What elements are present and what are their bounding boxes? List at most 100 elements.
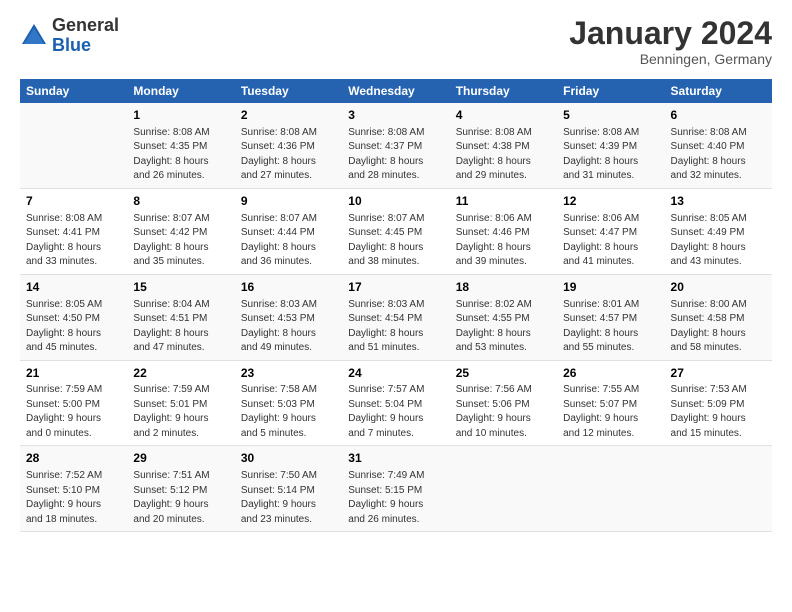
- cell-info: Sunrise: 8:03 AMSunset: 4:53 PMDaylight:…: [241, 298, 336, 356]
- cell-info: Sunrise: 8:05 AMSunset: 4:50 PMDaylight:…: [26, 298, 121, 356]
- cell-w4-d5: 26Sunrise: 7:55 AMSunset: 5:07 PMDayligh…: [557, 360, 664, 446]
- cell-info: Sunrise: 8:08 AMSunset: 4:41 PMDaylight:…: [26, 212, 121, 270]
- day-number: 15: [133, 279, 228, 296]
- logo-blue: Blue: [52, 36, 119, 56]
- cell-info: Sunrise: 8:07 AMSunset: 4:44 PMDaylight:…: [241, 212, 336, 270]
- day-number: 21: [26, 365, 121, 382]
- cell-info: Sunrise: 8:07 AMSunset: 4:42 PMDaylight:…: [133, 212, 228, 270]
- cell-info: Sunrise: 7:49 AMSunset: 5:15 PMDaylight:…: [348, 469, 443, 527]
- cell-info: Sunrise: 8:08 AMSunset: 4:40 PMDaylight:…: [671, 126, 766, 184]
- day-number: 22: [133, 365, 228, 382]
- cell-w1-d2: 2 Sunrise: 8:08 AMSunset: 4:36 PMDaylight…: [235, 103, 342, 188]
- col-thursday: Thursday: [450, 79, 557, 103]
- location: Benningen, Germany: [569, 51, 772, 67]
- day-number: 26: [563, 365, 658, 382]
- cell-w4-d6: 27Sunrise: 7:53 AMSunset: 5:09 PMDayligh…: [665, 360, 772, 446]
- cell-w3-d5: 19 Sunrise: 8:01 AMSunset: 4:57 PMDayligh…: [557, 274, 664, 360]
- week-row-3: 14 Sunrise: 8:05 AMSunset: 4:50 PMDayligh…: [20, 274, 772, 360]
- day-number: 4: [456, 107, 551, 124]
- cell-info: Sunrise: 7:57 AMSunset: 5:04 PMDaylight:…: [348, 383, 443, 441]
- day-number: 13: [671, 193, 766, 210]
- cell-w4-d4: 25Sunrise: 7:56 AMSunset: 5:06 PMDayligh…: [450, 360, 557, 446]
- cell-w2-d2: 9Sunrise: 8:07 AMSunset: 4:44 PMDaylight…: [235, 188, 342, 274]
- day-number: 14: [26, 279, 121, 296]
- day-number: 19: [563, 279, 658, 296]
- logo-icon: [20, 22, 48, 50]
- cell-w5-d0: 28 Sunrise: 7:52 AMSunset: 5:10 PMDayligh…: [20, 446, 127, 532]
- cell-w4-d2: 23Sunrise: 7:58 AMSunset: 5:03 PMDayligh…: [235, 360, 342, 446]
- week-row-4: 21Sunrise: 7:59 AMSunset: 5:00 PMDayligh…: [20, 360, 772, 446]
- cell-w5-d3: 31 Sunrise: 7:49 AMSunset: 5:15 PMDayligh…: [342, 446, 449, 532]
- cell-info: Sunrise: 8:08 AMSunset: 4:35 PMDaylight:…: [133, 126, 228, 184]
- cell-w1-d4: 4 Sunrise: 8:08 AMSunset: 4:38 PMDaylight…: [450, 103, 557, 188]
- day-number: 1: [133, 107, 228, 124]
- logo-text: General Blue: [52, 16, 119, 56]
- cell-info: Sunrise: 8:02 AMSunset: 4:55 PMDaylight:…: [456, 298, 551, 356]
- cell-info: Sunrise: 7:56 AMSunset: 5:06 PMDaylight:…: [456, 383, 551, 441]
- cell-w5-d5: [557, 446, 664, 532]
- cell-w1-d5: 5Sunrise: 8:08 AMSunset: 4:39 PMDaylight…: [557, 103, 664, 188]
- day-number: 2: [241, 107, 336, 124]
- cell-w5-d2: 30 Sunrise: 7:50 AMSunset: 5:14 PMDayligh…: [235, 446, 342, 532]
- cell-info: Sunrise: 8:06 AMSunset: 4:46 PMDaylight:…: [456, 212, 551, 270]
- cell-w4-d3: 24Sunrise: 7:57 AMSunset: 5:04 PMDayligh…: [342, 360, 449, 446]
- cell-info: Sunrise: 7:50 AMSunset: 5:14 PMDaylight:…: [241, 469, 336, 527]
- cell-info: Sunrise: 8:03 AMSunset: 4:54 PMDaylight:…: [348, 298, 443, 356]
- cell-info: Sunrise: 7:52 AMSunset: 5:10 PMDaylight:…: [26, 469, 121, 527]
- cell-info: Sunrise: 8:05 AMSunset: 4:49 PMDaylight:…: [671, 212, 766, 270]
- cell-info: Sunrise: 8:01 AMSunset: 4:57 PMDaylight:…: [563, 298, 658, 356]
- cell-info: Sunrise: 8:06 AMSunset: 4:47 PMDaylight:…: [563, 212, 658, 270]
- day-number: 30: [241, 450, 336, 467]
- day-number: 16: [241, 279, 336, 296]
- day-number: 8: [133, 193, 228, 210]
- day-number: 23: [241, 365, 336, 382]
- calendar-header: Sunday Monday Tuesday Wednesday Thursday…: [20, 79, 772, 103]
- day-number: 7: [26, 193, 121, 210]
- cell-info: Sunrise: 7:58 AMSunset: 5:03 PMDaylight:…: [241, 383, 336, 441]
- cell-w5-d1: 29 Sunrise: 7:51 AMSunset: 5:12 PMDayligh…: [127, 446, 234, 532]
- cell-w2-d6: 13 Sunrise: 8:05 AMSunset: 4:49 PMDayligh…: [665, 188, 772, 274]
- day-number: 31: [348, 450, 443, 467]
- col-sunday: Sunday: [20, 79, 127, 103]
- cell-info: Sunrise: 8:00 AMSunset: 4:58 PMDaylight:…: [671, 298, 766, 356]
- cell-w2-d3: 10 Sunrise: 8:07 AMSunset: 4:45 PMDayligh…: [342, 188, 449, 274]
- cell-info: Sunrise: 8:08 AMSunset: 4:39 PMDaylight:…: [563, 126, 658, 184]
- day-number: 28: [26, 450, 121, 467]
- calendar-body: 1 Sunrise: 8:08 AMSunset: 4:35 PMDaylight…: [20, 103, 772, 531]
- header: General Blue January 2024 Benningen, Ger…: [20, 16, 772, 67]
- day-number: 12: [563, 193, 658, 210]
- cell-w4-d1: 22Sunrise: 7:59 AMSunset: 5:01 PMDayligh…: [127, 360, 234, 446]
- cell-w5-d6: [665, 446, 772, 532]
- cell-w2-d4: 11 Sunrise: 8:06 AMSunset: 4:46 PMDayligh…: [450, 188, 557, 274]
- day-number: 24: [348, 365, 443, 382]
- cell-w3-d1: 15 Sunrise: 8:04 AMSunset: 4:51 PMDayligh…: [127, 274, 234, 360]
- cell-info: Sunrise: 8:08 AMSunset: 4:38 PMDaylight:…: [456, 126, 551, 184]
- day-number: 27: [671, 365, 766, 382]
- cell-w3-d3: 17 Sunrise: 8:03 AMSunset: 4:54 PMDayligh…: [342, 274, 449, 360]
- cell-info: Sunrise: 8:04 AMSunset: 4:51 PMDaylight:…: [133, 298, 228, 356]
- day-number: 6: [671, 107, 766, 124]
- col-wednesday: Wednesday: [342, 79, 449, 103]
- cell-w1-d0: [20, 103, 127, 188]
- cell-info: Sunrise: 7:55 AMSunset: 5:07 PMDaylight:…: [563, 383, 658, 441]
- cell-w3-d4: 18Sunrise: 8:02 AMSunset: 4:55 PMDayligh…: [450, 274, 557, 360]
- cell-w3-d0: 14 Sunrise: 8:05 AMSunset: 4:50 PMDayligh…: [20, 274, 127, 360]
- cell-info: Sunrise: 8:08 AMSunset: 4:36 PMDaylight:…: [241, 126, 336, 184]
- cell-w2-d5: 12 Sunrise: 8:06 AMSunset: 4:47 PMDayligh…: [557, 188, 664, 274]
- day-number: 17: [348, 279, 443, 296]
- cell-w1-d3: 3Sunrise: 8:08 AMSunset: 4:37 PMDaylight…: [342, 103, 449, 188]
- cell-w1-d1: 1 Sunrise: 8:08 AMSunset: 4:35 PMDaylight…: [127, 103, 234, 188]
- calendar-table: Sunday Monday Tuesday Wednesday Thursday…: [20, 79, 772, 532]
- col-monday: Monday: [127, 79, 234, 103]
- day-number: 11: [456, 193, 551, 210]
- day-number: 29: [133, 450, 228, 467]
- page: General Blue January 2024 Benningen, Ger…: [0, 0, 792, 612]
- cell-w5-d4: [450, 446, 557, 532]
- cell-info: Sunrise: 7:51 AMSunset: 5:12 PMDaylight:…: [133, 469, 228, 527]
- week-row-5: 28 Sunrise: 7:52 AMSunset: 5:10 PMDayligh…: [20, 446, 772, 532]
- cell-info: Sunrise: 8:07 AMSunset: 4:45 PMDaylight:…: [348, 212, 443, 270]
- day-number: 3: [348, 107, 443, 124]
- day-number: 10: [348, 193, 443, 210]
- logo-general: General: [52, 16, 119, 36]
- cell-w3-d6: 20Sunrise: 8:00 AMSunset: 4:58 PMDayligh…: [665, 274, 772, 360]
